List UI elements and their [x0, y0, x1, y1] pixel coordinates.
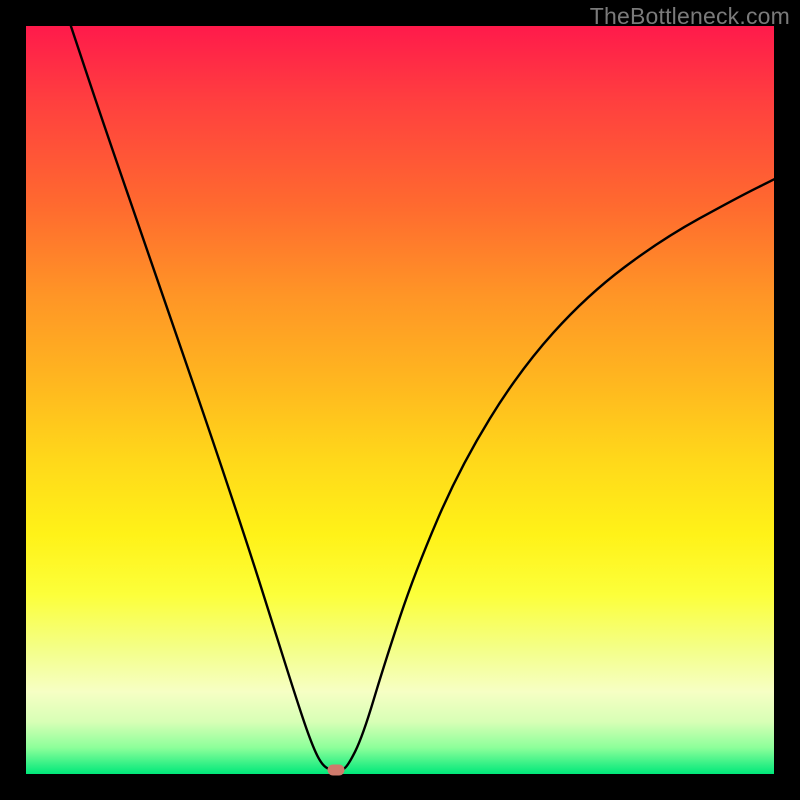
optimal-point-marker [327, 764, 344, 775]
plot-area [26, 26, 774, 774]
bottleneck-curve [71, 26, 774, 771]
curve-svg [26, 26, 774, 774]
chart-frame: TheBottleneck.com [0, 0, 800, 800]
